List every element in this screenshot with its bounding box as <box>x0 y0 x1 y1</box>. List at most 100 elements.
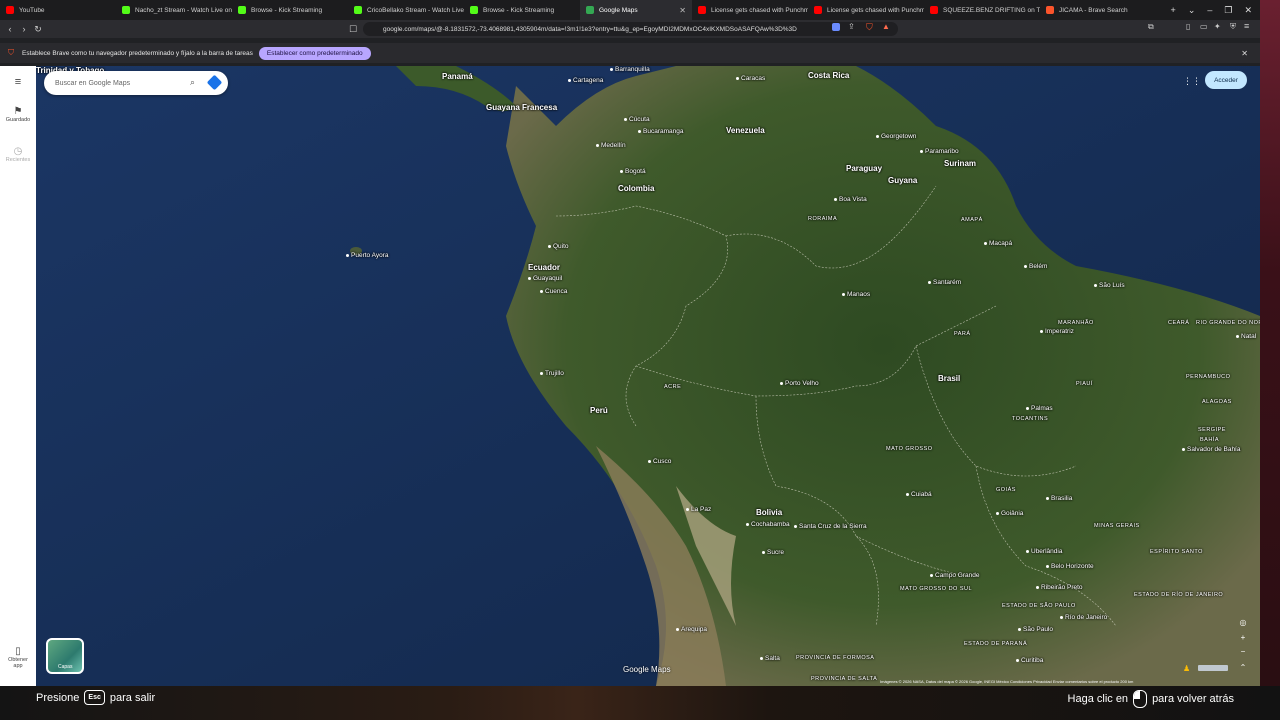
sign-in-button[interactable]: Acceder <box>1205 71 1247 89</box>
city-label[interactable]: Cuiabá <box>906 491 932 498</box>
tab-6[interactable]: License gets chased with Punchmade <box>692 0 808 20</box>
new-tab-icon[interactable]: + <box>1171 5 1176 15</box>
city-label[interactable]: Natal <box>1236 333 1256 340</box>
city-label[interactable]: Santarém <box>928 279 961 286</box>
search-icon[interactable]: ⌕ <box>190 77 195 88</box>
city-label[interactable]: Arequipa <box>676 626 707 633</box>
country-label[interactable]: Costa Rica <box>808 71 849 80</box>
city-label[interactable]: Salvador de Bahía <box>1182 446 1240 453</box>
back-icon[interactable]: ‹ <box>3 24 17 34</box>
region-label[interactable]: AMAPÁ <box>961 217 983 223</box>
region-label[interactable]: GOIÁS <box>996 487 1016 493</box>
city-label[interactable]: Guayaquil <box>528 275 562 282</box>
country-label[interactable]: Perú <box>590 406 608 415</box>
region-label[interactable]: ESTADO DE SÃO PAULO <box>1002 603 1076 609</box>
tab-4[interactable]: Browse - Kick Streaming <box>464 0 580 20</box>
tab-8[interactable]: SQUEEZE.BENZ DRIFTING on TIME <box>924 0 1040 20</box>
puzzle-icon[interactable]: ✦ <box>1214 22 1221 31</box>
city-label[interactable]: Cartagena <box>568 77 603 84</box>
country-label[interactable]: Venezuela <box>726 126 765 135</box>
menu-icon[interactable]: ≡ <box>1244 21 1249 31</box>
my-location-icon[interactable]: ◎ <box>1237 617 1249 629</box>
country-label[interactable]: Surinam <box>944 159 976 168</box>
satellite-map[interactable]: Venezuela Colombia Ecuador Perú Bolivia Brasi… <box>36 66 1260 686</box>
region-label[interactable]: PARÁ <box>954 331 971 337</box>
apps-grid-icon[interactable]: ⋮⋮ <box>1183 76 1201 87</box>
region-label[interactable]: BAHÍA <box>1200 437 1219 443</box>
wallet-icon[interactable]: ▭ <box>1200 22 1208 31</box>
city-label[interactable]: Salta <box>760 655 780 662</box>
region-label[interactable]: PERNAMBUCO <box>1186 374 1230 380</box>
region-label[interactable]: PROVINCIA DE SALTA <box>811 676 877 682</box>
get-app-button[interactable]: ▯ Obtener app <box>0 646 36 669</box>
share-icon[interactable]: ⇪ <box>848 22 855 31</box>
city-label[interactable]: Boa Vista <box>834 196 867 203</box>
city-label[interactable]: São Luís <box>1094 282 1125 289</box>
city-label[interactable]: Bogotá <box>620 168 646 175</box>
expand-icon[interactable]: ⌃ <box>1237 662 1249 674</box>
city-label[interactable]: La Paz <box>686 506 711 513</box>
city-label[interactable]: Río de Janeiro <box>1060 614 1107 621</box>
sidebar-toggle-icon[interactable]: ▯ <box>1186 22 1190 31</box>
screen-share-icon[interactable] <box>832 23 840 31</box>
city-label[interactable]: Ribeirão Preto <box>1036 584 1083 591</box>
city-label[interactable]: Imperatriz <box>1040 328 1074 335</box>
city-label[interactable]: São Paulo <box>1018 626 1053 633</box>
zoom-in-button[interactable]: + <box>1237 632 1249 644</box>
tab-7[interactable]: License gets chased with Punchmade <box>808 0 924 20</box>
city-label[interactable]: Goiânia <box>996 510 1023 517</box>
city-label[interactable]: Macapá <box>984 240 1012 247</box>
zoom-out-button[interactable]: − <box>1237 646 1249 658</box>
close-tab-icon[interactable]: ✕ <box>679 6 686 15</box>
brave-shield-icon[interactable]: ⛉ <box>866 22 873 33</box>
region-label[interactable]: PIAUÍ <box>1076 381 1093 387</box>
bookmark-icon[interactable]: ☐ <box>346 24 360 35</box>
saved-button[interactable]: ⚑ Guardado <box>0 106 36 123</box>
region-label[interactable]: MINAS GERAIS <box>1094 523 1140 529</box>
city-label[interactable]: Belo Horizonte <box>1046 563 1094 570</box>
city-label[interactable]: Georgetown <box>876 133 916 140</box>
city-label[interactable]: Curitiba <box>1016 657 1043 664</box>
city-label[interactable]: Santa Cruz de la Sierra <box>794 523 867 530</box>
region-label[interactable]: ALAGOAS <box>1202 399 1232 405</box>
region-label[interactable]: SERGIPE <box>1198 427 1226 433</box>
close-infobar-icon[interactable]: ✕ <box>1241 49 1248 58</box>
reload-icon[interactable]: ↻ <box>31 24 45 35</box>
tab-2[interactable]: Browse - Kick Streaming <box>232 0 348 20</box>
tab-1[interactable]: Nacho_zt Stream - Watch Live on Kick <box>116 0 232 20</box>
imagery-thumbnails[interactable] <box>1198 665 1228 671</box>
close-window-icon[interactable]: ✕ <box>1244 5 1252 16</box>
rewards-icon[interactable]: ▲ <box>882 22 890 31</box>
city-label[interactable]: Trujillo <box>540 370 564 377</box>
region-label[interactable]: TOCANTINS <box>1012 416 1048 422</box>
region-label[interactable]: RIO GRANDE DO NORTE <box>1196 320 1260 326</box>
extensions-icon[interactable]: ⧉ <box>1148 22 1154 32</box>
city-label[interactable]: Manaos <box>842 291 870 298</box>
city-label[interactable]: Cochabamba <box>746 521 790 528</box>
recent-button[interactable]: ◷ Recientes <box>0 146 36 163</box>
region-label[interactable]: ESTADO DE RÍO DE JANEIRO <box>1134 592 1223 598</box>
region-label[interactable]: RORAIMA <box>808 216 837 222</box>
city-label[interactable]: Campo Grande <box>930 572 979 579</box>
country-label[interactable]: Guayana Francesa <box>486 103 557 112</box>
country-label[interactable]: Paraguay <box>846 164 882 173</box>
region-label[interactable]: MATO GROSSO DO SUL <box>900 586 972 592</box>
region-label[interactable]: ACRE <box>664 384 681 390</box>
layers-button[interactable]: Capas <box>46 638 84 674</box>
tab-9[interactable]: JICAMA - Brave Search <box>1040 0 1156 20</box>
city-label[interactable]: Cuenca <box>540 288 567 295</box>
city-label[interactable]: Palmas <box>1026 405 1053 412</box>
set-default-button[interactable]: Establecer como predeterminado <box>258 46 371 60</box>
city-label[interactable]: Paramaribo <box>920 148 959 155</box>
city-label[interactable]: Quito <box>548 243 569 250</box>
country-label[interactable]: Bolivia <box>756 508 782 517</box>
search-box[interactable]: Buscar en Google Maps ⌕ <box>44 71 228 95</box>
region-label[interactable]: PROVINCIA DE FORMOSA <box>796 655 874 661</box>
city-label[interactable]: Caracas <box>736 75 765 82</box>
country-label[interactable]: Brasil <box>938 374 960 383</box>
city-label[interactable]: Uberlândia <box>1026 548 1062 555</box>
city-label[interactable]: Bucaramanga <box>638 128 683 135</box>
region-label[interactable]: CEARÁ <box>1168 320 1189 326</box>
city-label[interactable]: Barranquilla <box>610 66 650 73</box>
region-label[interactable]: MARANHÃO <box>1058 320 1094 326</box>
